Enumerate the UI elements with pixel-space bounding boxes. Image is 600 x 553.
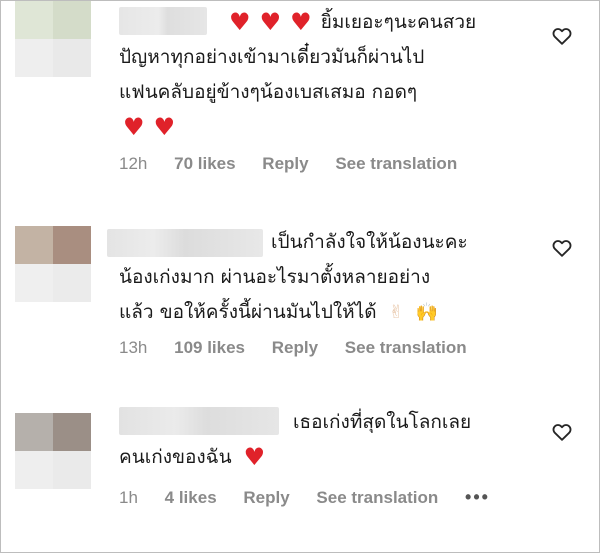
- see-translation-button[interactable]: See translation: [316, 488, 438, 508]
- comment-meta: 12h 70 likes Reply See translation: [119, 154, 479, 174]
- reply-button[interactable]: Reply: [243, 488, 289, 508]
- red-heart-emoji: ♥: [153, 113, 176, 141]
- raising-hands-emoji: 🙌: [415, 302, 439, 323]
- comment-meta: 13h 109 likes Reply See translation: [119, 338, 489, 358]
- comment-time: 12h: [119, 154, 148, 173]
- comment-text-line: แฟนคลับอยู่ข้างๆน้องเบสเสมอ กอดๆ: [119, 81, 418, 103]
- comment-text-line: คนเก่งของฉัน: [119, 446, 232, 468]
- comment-text-line: ยิ้มเยอะๆนะคนสวย: [320, 11, 477, 33]
- heart-outline-icon[interactable]: [551, 25, 573, 47]
- comment-text-line: เธอเก่งที่สุดในโลกเลย: [293, 411, 472, 433]
- comment-text-line: ปัญหาทุกอย่างเข้ามาเดี๋ยวมันก็ผ่านไป: [119, 46, 425, 68]
- reply-button[interactable]: Reply: [262, 154, 308, 174]
- comment-meta: 1h 4 likes Reply See translation •••: [119, 487, 512, 508]
- heart-outline-icon[interactable]: [551, 421, 573, 443]
- red-heart-emoji: ♥: [243, 443, 266, 471]
- likes-count[interactable]: 70 likes: [174, 154, 235, 174]
- likes-count[interactable]: 109 likes: [174, 338, 245, 358]
- comment-text-line: แล้ว ขอให้ครั้งนี้ผ่านมันไปให้ได้: [119, 301, 377, 323]
- comment-text-line: น้องเก่งมาก ผ่านอะไรมาตั้งหลายอย่าง: [119, 266, 431, 288]
- comment-time: 1h: [119, 488, 138, 507]
- see-translation-button[interactable]: See translation: [335, 154, 457, 174]
- avatar[interactable]: [15, 413, 91, 489]
- red-heart-emoji: ♥: [229, 8, 251, 36]
- more-options-icon[interactable]: •••: [465, 487, 490, 508]
- comments-panel: ♥ ♥ ♥ ยิ้มเยอะๆนะคนสวย ปัญหาทุกอย่างเข้า…: [0, 0, 600, 553]
- red-heart-emoji: ♥: [290, 8, 312, 36]
- red-heart-emoji: ♥: [259, 8, 282, 36]
- avatar[interactable]: [15, 226, 91, 302]
- see-translation-button[interactable]: See translation: [345, 338, 467, 358]
- comment-text-line: เป็นกำลังใจให้น้องนะคะ: [271, 231, 468, 253]
- comment-time: 13h: [119, 338, 148, 357]
- likes-count[interactable]: 4 likes: [165, 488, 217, 508]
- victory-hand-emoji: ✌: [388, 302, 404, 323]
- heart-outline-icon[interactable]: [551, 237, 573, 259]
- avatar[interactable]: [15, 1, 91, 77]
- reply-button[interactable]: Reply: [272, 338, 318, 358]
- red-heart-emoji: ♥: [123, 113, 145, 141]
